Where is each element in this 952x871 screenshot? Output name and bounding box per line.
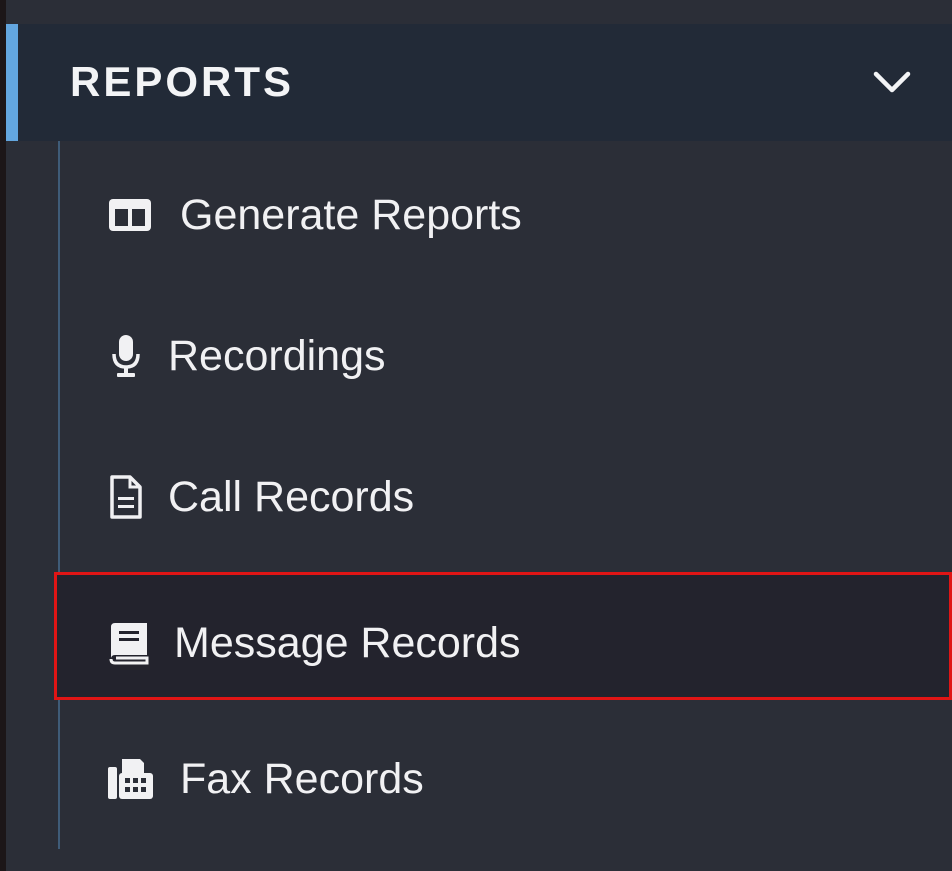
menu-item-label: Recordings <box>168 332 386 380</box>
menu-item-label: Message Records <box>174 619 521 667</box>
chevron-down-icon[interactable] <box>870 64 914 100</box>
section-title: REPORTS <box>70 58 295 105</box>
menu-item-call-records[interactable]: Call Records <box>54 429 952 557</box>
menu-item-generate-reports[interactable]: Generate Reports <box>54 147 952 275</box>
menu-item-fax-records[interactable]: Fax Records <box>54 711 952 839</box>
fax-icon <box>108 759 153 799</box>
active-section-indicator <box>6 24 18 141</box>
menu-item-label: Generate Reports <box>180 191 522 239</box>
reports-submenu: Generate Reports Recordings Call Records… <box>6 141 952 871</box>
microphone-icon <box>112 335 140 377</box>
reports-section-header[interactable]: REPORTS <box>6 24 952 141</box>
menu-item-message-records[interactable]: Message Records <box>54 572 952 700</box>
menu-item-label: Call Records <box>168 473 415 521</box>
book-icon <box>109 623 149 665</box>
menu-item-recordings[interactable]: Recordings <box>54 288 952 416</box>
menu-item-label: Fax Records <box>180 755 424 803</box>
file-text-icon <box>110 475 142 519</box>
previous-section-strip <box>6 0 952 24</box>
columns-icon <box>109 199 151 231</box>
